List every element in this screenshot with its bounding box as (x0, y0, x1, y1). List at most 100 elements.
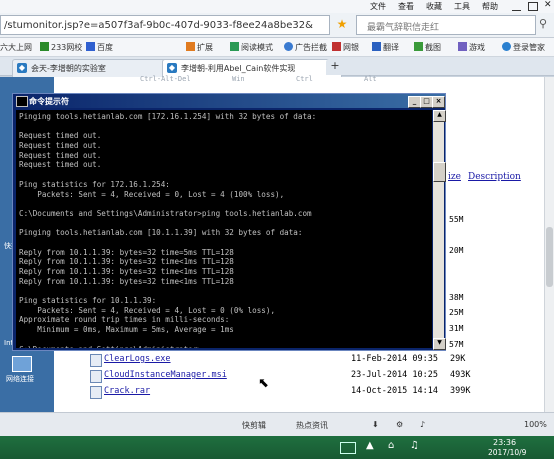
status-quick-edit[interactable]: 快剪辑 (242, 420, 266, 431)
status-zoom[interactable]: 100% (524, 420, 547, 429)
cmd-output[interactable]: Pinging tools.hetianlab.com [172.16.1.25… (16, 110, 432, 348)
url-field[interactable]: /stumonitor.jsp?e=a507f3af-9b0c-407d-903… (0, 15, 330, 35)
search-icon[interactable]: ⚲ (539, 17, 553, 33)
bank-icon (332, 42, 341, 51)
menu-favorites[interactable]: 收藏 (426, 1, 442, 12)
speaker-icon[interactable]: ♫ (410, 440, 419, 451)
close-icon[interactable]: ✕ (544, 0, 552, 10)
toolbar-translate[interactable]: 翻译 (372, 42, 399, 53)
menu-file[interactable]: 文件 (370, 1, 386, 12)
shortcut-ctrl[interactable]: Ctrl (296, 75, 313, 83)
maximize-icon[interactable] (528, 2, 538, 11)
cmd-line: Request timed out. (19, 131, 102, 141)
menu-view[interactable]: 查看 (398, 1, 414, 12)
scroll-down-icon[interactable]: ▼ (433, 338, 446, 350)
baidu-icon (86, 42, 95, 51)
file-link[interactable]: ClearLogs.exe (104, 354, 171, 364)
cmd-line: Minimum = 0ms, Maximum = 5ms, Average = … (19, 325, 234, 335)
cmd-scroll-thumb[interactable] (433, 162, 446, 182)
address-row: /stumonitor.jsp?e=a507f3af-9b0c-407d-903… (0, 13, 554, 38)
fav-item[interactable]: 233网校 (40, 42, 82, 53)
file-row: ClearLogs.exe 11-Feb-2014 09:35 29K (90, 353, 540, 367)
column-description-link[interactable]: Description (468, 172, 521, 182)
menu-help[interactable]: 帮助 (482, 1, 498, 12)
cmd-line (19, 199, 432, 209)
download-icon[interactable]: ⬇ (372, 420, 379, 429)
cmd-line: Approximate round trip times in milli-se… (19, 315, 230, 325)
cmd-line (19, 219, 432, 229)
search-input[interactable]: 最霸气辞职信走红 (356, 15, 536, 35)
mouse-cursor-icon: ⬉ (258, 376, 269, 391)
cmd-line: Reply from 10.1.1.39: bytes=32 time<1ms … (19, 267, 234, 276)
toolbar-games[interactable]: 游戏 (458, 42, 485, 53)
size-cell: 38M (449, 293, 464, 302)
cmd-line: Request timed out. (19, 160, 102, 170)
shortcut-ctrl-alt-del[interactable]: Ctrl-Alt-Del (140, 75, 191, 83)
shortcut-win[interactable]: Win (232, 75, 245, 83)
cmd-title: 命令提示符 (29, 97, 69, 106)
file-icon (90, 354, 102, 367)
cmd-line: Ping statistics for 172.16.1.254: (19, 179, 170, 189)
toolbar-login[interactable]: 登录管家 (502, 42, 545, 53)
toolbar-adblock[interactable]: 广告拦截 (284, 42, 327, 53)
user-icon (502, 42, 511, 51)
command-prompt-window[interactable]: 命令提示符 _ □ × Pinging tools.hetianlab.com … (12, 93, 446, 351)
cmd-icon (16, 96, 28, 107)
file-link[interactable]: Crack.rar (104, 386, 150, 396)
clock-date[interactable]: 2017/10/9 (488, 448, 526, 457)
cmd-line: Pinging tools.hetianlab.com [10.1.1.39] … (19, 228, 303, 238)
desktop-label: 网络连接 (6, 375, 34, 383)
volume-icon[interactable]: ♪ (420, 420, 425, 429)
toolbar-extensions[interactable]: 扩展 (186, 42, 213, 53)
translate-icon (372, 42, 381, 51)
status-hot-news[interactable]: 热点资讯 (296, 420, 328, 431)
size-cell: 20M (449, 246, 464, 255)
size-cell: 25M (449, 308, 464, 317)
menu-tools[interactable]: 工具 (454, 1, 470, 12)
cmd-scrollbar[interactable]: ▲ ▼ (433, 110, 446, 350)
cmd-line (19, 122, 432, 132)
tray-icon[interactable]: ▲ (366, 440, 374, 451)
clock-time[interactable]: 23:36 (493, 438, 516, 447)
gamepad-icon (458, 42, 467, 51)
network-icon[interactable] (12, 356, 32, 372)
new-tab-button[interactable]: + (326, 59, 344, 75)
fav-item[interactable]: 百度 (86, 42, 113, 53)
cmd-line: Packets: Sent = 4, Received = 0, Lost = … (19, 189, 285, 199)
file-row: CloudInstanceManager.msi 23-Jul-2014 10:… (90, 369, 540, 383)
settings-icon[interactable]: ⚙ (396, 420, 403, 429)
scroll-up-icon[interactable]: ▲ (433, 110, 446, 122)
cmd-line: C:\Documents and Settings\Administrator>… (19, 208, 312, 218)
toolbar-bank[interactable]: 网银 (332, 42, 359, 53)
tab-bar: ◆ 会天-李增朝的实验室 ◆ 李增朝-利用Abel_Cain软件实现 ✕ + (0, 57, 554, 79)
fav-item[interactable]: 六大上网 (0, 42, 32, 53)
cmd-line: C:\Documents and Settings\Administrator>… (19, 345, 432, 349)
size-cell: 31M (449, 324, 464, 333)
shortcut-alt[interactable]: Alt (364, 75, 377, 83)
page-scrollbar[interactable] (544, 77, 554, 412)
scrollbar-thumb[interactable] (546, 227, 553, 287)
keyboard-icon[interactable] (340, 442, 356, 454)
cmd-title-bar[interactable]: 命令提示符 _ □ × (13, 94, 445, 108)
cmd-line: Pinging tools.hetianlab.com [172.16.1.25… (19, 112, 317, 121)
cmd-line (19, 170, 432, 180)
browser-status-bar: 快剪辑 热点资讯 100% ⬇ ⚙ ♪ (0, 412, 554, 436)
size-cell: 57M (449, 340, 464, 349)
cmd-line: Reply from 10.1.1.39: bytes=32 time=5ms … (19, 247, 234, 257)
file-link[interactable]: CloudInstanceManager.msi (104, 370, 227, 380)
cmd-close-button[interactable]: × (432, 96, 445, 108)
column-size-link[interactable]: ize (448, 172, 461, 182)
cmd-line (19, 286, 432, 296)
network-tray-icon[interactable]: ⌂ (388, 440, 394, 451)
toolbar-screenshot[interactable]: 截图 (414, 42, 441, 53)
cmd-line: Request timed out. (19, 150, 102, 160)
favorite-star-icon[interactable]: ★ (334, 17, 350, 33)
shield-icon (284, 42, 293, 51)
file-date: 14-Oct-2015 14:14 (351, 386, 438, 396)
windows-taskbar: ▲ ⌂ ♫ 23:36 2017/10/9 (0, 436, 554, 459)
size-cell: 55M (449, 215, 464, 224)
scissors-icon (414, 42, 423, 51)
cmd-line: Reply from 10.1.1.39: bytes=32 time<1ms … (19, 257, 234, 267)
toolbar-reading-mode[interactable]: 阅读模式 (230, 42, 273, 53)
minimize-icon[interactable] (512, 2, 521, 11)
